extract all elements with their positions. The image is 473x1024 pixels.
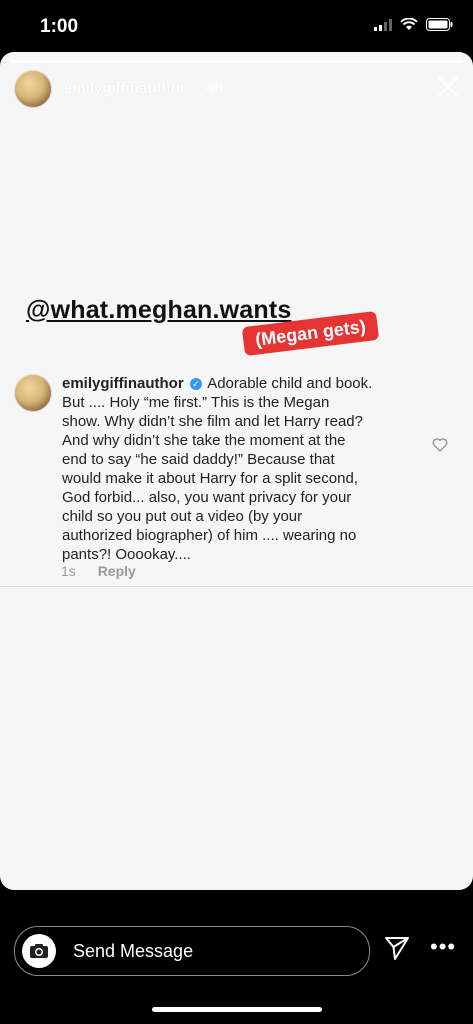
reply-button[interactable]: Reply <box>98 563 136 579</box>
signal-icon <box>374 18 392 31</box>
comment-text: Adorable child and book. But .... Holy “… <box>62 375 373 563</box>
battery-icon <box>426 18 453 31</box>
comment-avatar[interactable] <box>14 374 52 412</box>
story-progress-bar <box>10 60 463 63</box>
heart-icon[interactable] <box>432 438 448 452</box>
close-icon[interactable] <box>435 74 461 100</box>
camera-icon <box>30 944 48 958</box>
story-progress-fill <box>10 60 463 63</box>
story-header: emilygiffinauthor 4h <box>0 70 473 114</box>
message-input[interactable]: Send Message <box>14 926 370 976</box>
story-username[interactable]: emilygiffinauthor <box>64 80 186 97</box>
status-bar: 1:00 <box>0 0 473 52</box>
avatar[interactable] <box>14 70 52 108</box>
home-indicator <box>152 1007 322 1012</box>
comment-time: 1s <box>61 563 76 579</box>
status-icons <box>374 18 453 31</box>
story-card[interactable]: emilygiffinauthor 4h @what.meghan.wants … <box>0 52 473 890</box>
comment-meta: 1s Reply <box>61 563 136 579</box>
message-placeholder[interactable]: Send Message <box>73 941 193 962</box>
status-time: 1:00 <box>40 16 79 37</box>
mention-link[interactable]: @what.meghan.wants <box>26 296 292 325</box>
camera-button[interactable] <box>22 934 56 968</box>
comment-body: emilygiffinauthor ✓ Adorable child and b… <box>62 374 407 564</box>
comment-author[interactable]: emilygiffinauthor <box>62 375 184 392</box>
wifi-icon <box>400 18 418 30</box>
divider <box>0 586 473 587</box>
more-options-button[interactable]: ••• <box>430 936 456 958</box>
send-icon[interactable] <box>383 934 411 962</box>
story-time: 4h <box>206 80 223 97</box>
verified-badge-icon: ✓ <box>189 378 202 390</box>
